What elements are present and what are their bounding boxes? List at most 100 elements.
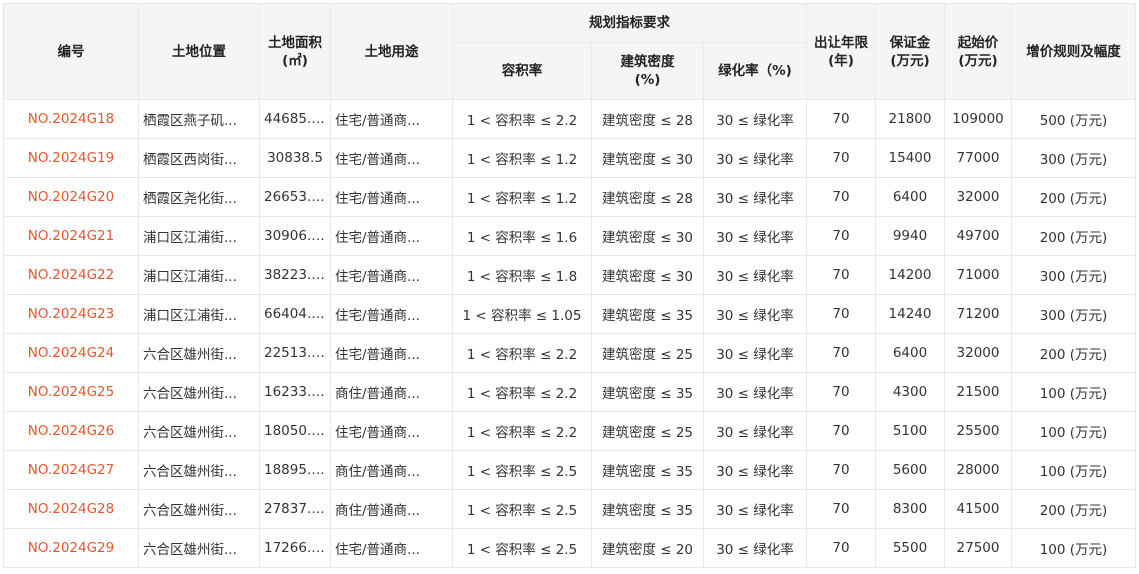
cell-density: 建筑密度 ≤ 20 <box>591 528 704 568</box>
cell-far: 1 < 容积率 ≤ 2.2 <box>452 333 592 373</box>
cell-green: 30 ≤ 绿化率 <box>703 411 807 451</box>
cell-location: 栖霞区西岗街... <box>138 138 260 178</box>
cell-far: 1 < 容积率 ≤ 1.2 <box>452 138 592 178</box>
cell-far: 1 < 容积率 ≤ 1.8 <box>452 255 592 295</box>
cell-far: 1 < 容积率 ≤ 1.6 <box>452 216 592 256</box>
cell-increment: 100 (万元) <box>1011 372 1136 412</box>
cell-far: 1 < 容积率 ≤ 2.2 <box>452 372 592 412</box>
cell-density: 建筑密度 ≤ 28 <box>591 177 704 217</box>
cell-deposit: 9940 <box>875 216 945 256</box>
cell-area: 66404.23 <box>259 294 331 334</box>
header-increment: 增价规则及幅度 <box>1011 3 1136 100</box>
cell-code[interactable]: NO.2024G26 <box>3 411 139 451</box>
cell-deposit: 5500 <box>875 528 945 568</box>
cell-use: 商住/普通商... <box>330 450 453 490</box>
table-row: NO.2024G28 六合区雄州街... 27837.74 商住/普通商... 1 < … <box>3 489 1136 529</box>
header-years-line1: 出让年限 <box>814 34 868 51</box>
cell-density: 建筑密度 ≤ 35 <box>591 450 704 490</box>
cell-start-price: 71000 <box>944 255 1012 295</box>
cell-green: 30 ≤ 绿化率 <box>703 450 807 490</box>
cell-far: 1 < 容积率 ≤ 1.05 <box>452 294 592 334</box>
cell-use: 商住/普通商... <box>330 489 453 529</box>
cell-density: 建筑密度 ≤ 30 <box>591 255 704 295</box>
cell-deposit: 14240 <box>875 294 945 334</box>
cell-deposit: 6400 <box>875 177 945 217</box>
cell-area: 30838.5 <box>259 138 331 178</box>
cell-start-price: 41500 <box>944 489 1012 529</box>
cell-use: 住宅/普通商... <box>330 528 453 568</box>
cell-area: 16233.02 <box>259 372 331 412</box>
cell-code[interactable]: NO.2024G27 <box>3 450 139 490</box>
cell-years: 70 <box>806 333 876 373</box>
cell-location: 浦口区江浦街... <box>138 255 260 295</box>
cell-code[interactable]: NO.2024G22 <box>3 255 139 295</box>
cell-code[interactable]: NO.2024G28 <box>3 489 139 529</box>
cell-deposit: 14200 <box>875 255 945 295</box>
cell-code[interactable]: NO.2024G21 <box>3 216 139 256</box>
cell-area: 30906.74 <box>259 216 331 256</box>
table-row: NO.2024G24 六合区雄州街... 22513.27 住宅/普通商... 1 < … <box>3 333 1136 373</box>
header-density-line1: 建筑密度 <box>620 54 675 70</box>
cell-code[interactable]: NO.2024G18 <box>3 99 139 139</box>
cell-years: 70 <box>806 99 876 139</box>
cell-increment: 100 (万元) <box>1011 450 1136 490</box>
cell-area: 18895.52 <box>259 450 331 490</box>
cell-density: 建筑密度 ≤ 35 <box>591 489 704 529</box>
cell-green: 30 ≤ 绿化率 <box>703 333 807 373</box>
cell-location: 六合区雄州街... <box>138 489 260 529</box>
cell-years: 70 <box>806 528 876 568</box>
table-row: NO.2024G20 栖霞区尧化街... 26653.55 住宅/普通商... 1 < … <box>3 177 1136 217</box>
header-density: 建筑密度 (%) <box>591 42 704 100</box>
cell-use: 住宅/普通商... <box>330 255 453 295</box>
cell-code[interactable]: NO.2024G24 <box>3 333 139 373</box>
cell-deposit: 6400 <box>875 333 945 373</box>
header-green: 绿化率（%) <box>703 42 807 100</box>
cell-increment: 100 (万元) <box>1011 411 1136 451</box>
cell-deposit: 21800 <box>875 99 945 139</box>
cell-start-price: 77000 <box>944 138 1012 178</box>
cell-code[interactable]: NO.2024G25 <box>3 372 139 412</box>
cell-green: 30 ≤ 绿化率 <box>703 255 807 295</box>
cell-area: 26653.55 <box>259 177 331 217</box>
table-header: 编号 土地位置 土地面积 (㎡) 土地用途 规划指标要求 出让年限 (年) 保证… <box>3 3 1136 100</box>
cell-years: 70 <box>806 177 876 217</box>
cell-location: 六合区雄州街... <box>138 333 260 373</box>
header-start-price: 起始价 (万元) <box>944 3 1012 100</box>
cell-code[interactable]: NO.2024G19 <box>3 138 139 178</box>
cell-code[interactable]: NO.2024G29 <box>3 528 139 568</box>
cell-area: 22513.27 <box>259 333 331 373</box>
cell-use: 住宅/普通商... <box>330 294 453 334</box>
cell-far: 1 < 容积率 ≤ 2.5 <box>452 528 592 568</box>
cell-start-price: 32000 <box>944 333 1012 373</box>
cell-area: 18050.42 <box>259 411 331 451</box>
table-row: NO.2024G21 浦口区江浦街... 30906.74 住宅/普通商... 1 < … <box>3 216 1136 256</box>
cell-green: 30 ≤ 绿化率 <box>703 138 807 178</box>
cell-deposit: 5600 <box>875 450 945 490</box>
cell-location: 六合区雄州街... <box>138 411 260 451</box>
land-auction-table-container: 编号 土地位置 土地面积 (㎡) 土地用途 规划指标要求 出让年限 (年) 保证… <box>3 3 1136 568</box>
cell-years: 70 <box>806 372 876 412</box>
cell-start-price: 28000 <box>944 450 1012 490</box>
cell-start-price: 71200 <box>944 294 1012 334</box>
header-code: 编号 <box>3 3 139 100</box>
table-row: NO.2024G23 浦口区江浦街... 66404.23 住宅/普通商... 1 < … <box>3 294 1136 334</box>
cell-location: 六合区雄州街... <box>138 528 260 568</box>
cell-use: 住宅/普通商... <box>330 411 453 451</box>
cell-green: 30 ≤ 绿化率 <box>703 528 807 568</box>
cell-area: 38223.49 <box>259 255 331 295</box>
table-row: NO.2024G22 浦口区江浦街... 38223.49 住宅/普通商... 1 < … <box>3 255 1136 295</box>
cell-far: 1 < 容积率 ≤ 2.2 <box>452 411 592 451</box>
cell-code[interactable]: NO.2024G20 <box>3 177 139 217</box>
header-start-line1: 起始价 <box>957 34 999 51</box>
cell-density: 建筑密度 ≤ 35 <box>591 372 704 412</box>
header-density-line2: (%) <box>634 72 661 88</box>
cell-increment: 200 (万元) <box>1011 216 1136 256</box>
cell-start-price: 32000 <box>944 177 1012 217</box>
header-area-line1: 土地面积 <box>268 34 322 51</box>
cell-code[interactable]: NO.2024G23 <box>3 294 139 334</box>
cell-location: 浦口区江浦街... <box>138 294 260 334</box>
cell-density: 建筑密度 ≤ 30 <box>591 216 704 256</box>
cell-increment: 200 (万元) <box>1011 333 1136 373</box>
cell-far: 1 < 容积率 ≤ 2.2 <box>452 99 592 139</box>
cell-density: 建筑密度 ≤ 25 <box>591 411 704 451</box>
